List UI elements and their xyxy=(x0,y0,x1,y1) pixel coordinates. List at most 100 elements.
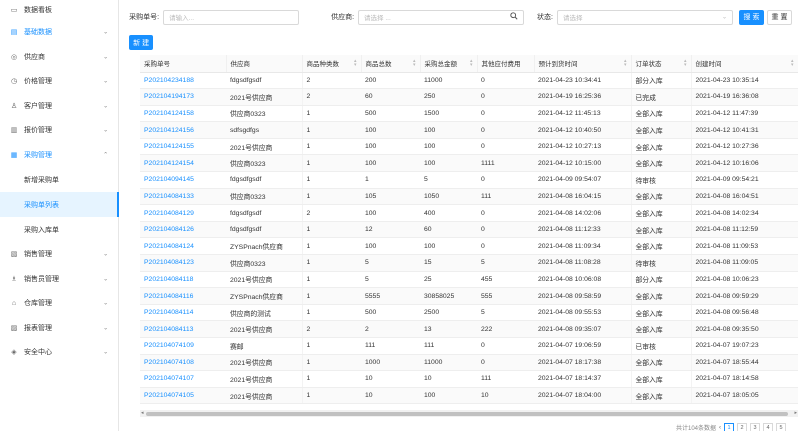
sidebar-subitem[interactable]: 新增采购单 xyxy=(0,167,119,192)
table-cell: 2021-04-07 19:06:59 xyxy=(534,337,632,355)
sidebar-item[interactable]: ⌂ 仓库管理 ⌄ xyxy=(0,291,118,316)
supplier-select[interactable]: 请选择 ... xyxy=(358,9,525,25)
table-row: P202104084133 供应商0323 1 105 1050 111 2021-04-0… xyxy=(140,188,798,206)
sidebar-item[interactable]: ◎ 供应商 ⌄ xyxy=(0,45,118,70)
status-select[interactable]: 请选择 ⌄ xyxy=(557,9,733,25)
sidebar-subitem[interactable]: 采购入库单 xyxy=(0,217,119,242)
sidebar-item[interactable]: ▤ 基础数据 ⌄ xyxy=(0,20,118,45)
table-cell: 2021-04-08 09:58:59 xyxy=(534,287,632,305)
sidebar-item-label: 报价管理 xyxy=(24,127,52,135)
filter-bar: 采购单号: 请输入... 供应商: 请选择 ... 状态: 请选择 ⌄ 搜 索 … xyxy=(129,0,792,34)
column-header[interactable]: 预计到货时间 ▴ ▾ xyxy=(534,55,632,73)
order-number-link[interactable]: P202104094145 xyxy=(140,171,226,189)
table-cell: 2021-04-19 16:36:08 xyxy=(691,88,798,106)
table-cell: 11000 xyxy=(420,354,477,372)
order-number-link[interactable]: P202104084116 xyxy=(140,287,226,305)
order-number-link[interactable]: P202104074109 xyxy=(140,337,226,355)
table-cell: 111 xyxy=(361,337,420,355)
column-header[interactable]: 创建时间 ▴ ▾ xyxy=(691,55,798,73)
sidebar-item[interactable]: ▭ 数据看板 xyxy=(0,0,118,20)
sidebar-item[interactable]: ♙ 客户管理 ⌄ xyxy=(0,94,118,119)
sort-icon[interactable]: ▴ ▾ xyxy=(354,59,357,68)
table-cell: 全部入库 xyxy=(631,237,692,256)
horizontal-scrollbar[interactable]: ◂ ▸ xyxy=(140,410,798,417)
table-cell: 10 xyxy=(361,387,420,405)
order-number-link[interactable]: P202104084124 xyxy=(140,237,226,256)
table-cell: 全部入库 xyxy=(631,188,692,206)
table-cell: 2021-04-08 10:06:23 xyxy=(691,271,798,289)
table-cell: 2021-04-23 10:34:41 xyxy=(534,72,632,90)
order-number-link[interactable]: P202104074107 xyxy=(140,370,226,388)
table-cell: 2021-04-07 19:07:23 xyxy=(691,337,798,355)
table-row: P202104074107 2021号供应商 1 10 10 111 2021-04-07 … xyxy=(140,370,798,388)
order-number-link[interactable]: P202104194173 xyxy=(140,88,226,106)
table-row: P202104124158 供应商0323 1 500 1500 0 2021-04-12 … xyxy=(140,105,798,123)
supplier-label: 供应商: xyxy=(331,14,355,21)
table-cell: 1 xyxy=(302,154,361,173)
table-cell: 111 xyxy=(477,370,534,388)
column-header[interactable]: 商品总数 ▴ ▾ xyxy=(361,55,421,73)
table-row: P202104074105 2021号供应商 1 10 100 10 2021-04-07 … xyxy=(140,387,798,405)
table-row: P202104074108 2021号供应商 1 1000 11000 0 2021-04-… xyxy=(140,354,798,372)
table-cell: 10 xyxy=(420,370,477,388)
purchase-table-container: 采购单号 供应商 商品种类数 ▴ ▾ 商品总数 ▴ ▾ 采购总金额 ▴ ▾ 其他应付费用 预计到货时间 ▴… xyxy=(140,55,798,410)
order-number-link[interactable]: P202104084126 xyxy=(140,221,226,239)
table-row: P202104124154 供应商0323 1 100 100 1111 2021-04-1… xyxy=(140,154,798,173)
sidebar-item[interactable]: ◷ 价格管理 ⌄ xyxy=(0,69,118,94)
table-cell: 全部入库 xyxy=(631,370,692,388)
sort-icon[interactable]: ▴ ▾ xyxy=(470,59,473,68)
sidebar-subitem[interactable]: 采购单列表 xyxy=(0,192,120,217)
page-button[interactable]: 5 xyxy=(776,423,787,431)
sort-icon[interactable]: ▴ ▾ xyxy=(624,59,627,68)
new-purchase-button[interactable]: 新 建 xyxy=(129,35,154,50)
search-button[interactable]: 搜 索 xyxy=(739,9,764,25)
order-number-link[interactable]: P202104084113 xyxy=(140,320,226,338)
column-header[interactable]: 商品种类数 ▴ ▾ xyxy=(302,55,362,73)
scroll-right-icon[interactable]: ▸ xyxy=(794,410,797,417)
page-button[interactable]: 1 xyxy=(724,423,735,431)
order-number-link[interactable]: P202104124156 xyxy=(140,121,226,139)
column-header[interactable]: 订单状态 ▴ ▾ xyxy=(631,55,692,73)
table-cell: 待审核 xyxy=(631,171,692,189)
page-button[interactable]: 4 xyxy=(763,423,774,431)
reset-button[interactable]: 重 置 xyxy=(767,9,792,25)
page-button[interactable]: 2 xyxy=(737,423,748,431)
sidebar-item[interactable]: ▥ 报价管理 ⌄ xyxy=(0,118,118,143)
order-number-link[interactable]: P202104124155 xyxy=(140,138,226,156)
table-cell: 5 xyxy=(477,304,534,322)
order-number-link[interactable]: P202104084114 xyxy=(140,304,226,322)
order-number-link[interactable]: P202104084123 xyxy=(140,254,226,272)
sidebar-item[interactable]: ▦ 采购管理 ⌃ xyxy=(0,143,118,168)
sidebar-item[interactable]: ▧ 销售管理 ⌄ xyxy=(0,242,118,267)
scroll-left-icon[interactable]: ◂ xyxy=(141,410,144,417)
sidebar-item[interactable]: ▨ 报表管理 ⌄ xyxy=(0,316,118,341)
sidebar-item[interactable]: ♗ 销售员管理 ⌄ xyxy=(0,267,118,292)
order-number-link[interactable]: P202104124154 xyxy=(140,154,226,173)
sort-icon[interactable]: ▴ ▾ xyxy=(413,59,416,68)
order-number-link[interactable]: P202104234188 xyxy=(140,72,226,90)
order-number-link[interactable]: P202104124158 xyxy=(140,105,226,123)
quote-icon: ▥ xyxy=(10,127,18,135)
table-row: P202104234188 fdgsdfgsdf 2 200 11000 0 2021-04… xyxy=(140,72,798,90)
prev-page-icon[interactable]: ‹ xyxy=(719,425,721,431)
column-header[interactable]: 采购总金额 ▴ ▾ xyxy=(420,55,478,73)
order-number-link[interactable]: P202104074105 xyxy=(140,387,226,405)
page-button[interactable]: 3 xyxy=(750,423,761,431)
sidebar-item[interactable]: ◈ 安全中心 ⌄ xyxy=(0,340,118,365)
table-cell: 2021-04-07 18:04:00 xyxy=(534,387,632,405)
order-number-input[interactable]: 请输入... xyxy=(163,9,300,25)
table-cell: 2021-04-08 11:12:33 xyxy=(534,221,632,239)
order-number-link[interactable]: P202104074108 xyxy=(140,354,226,372)
order-number-link[interactable]: P202104084129 xyxy=(140,204,226,222)
table-cell: 2021-04-08 09:56:48 xyxy=(691,304,798,322)
order-number-link[interactable]: P202104084118 xyxy=(140,271,226,289)
sort-icon[interactable]: ▴ ▾ xyxy=(791,59,794,68)
sort-icon[interactable]: ▴ ▾ xyxy=(684,59,687,68)
sidebar-item-label: 基础数据 xyxy=(24,29,52,37)
table-cell: 0 xyxy=(477,204,534,222)
scrollbar-thumb[interactable] xyxy=(146,411,788,416)
price-icon: ◷ xyxy=(10,78,18,86)
table-cell: 1 xyxy=(302,188,361,206)
order-number-link[interactable]: P202104084133 xyxy=(140,188,226,206)
column-header-label: 订单状态 xyxy=(635,61,662,69)
